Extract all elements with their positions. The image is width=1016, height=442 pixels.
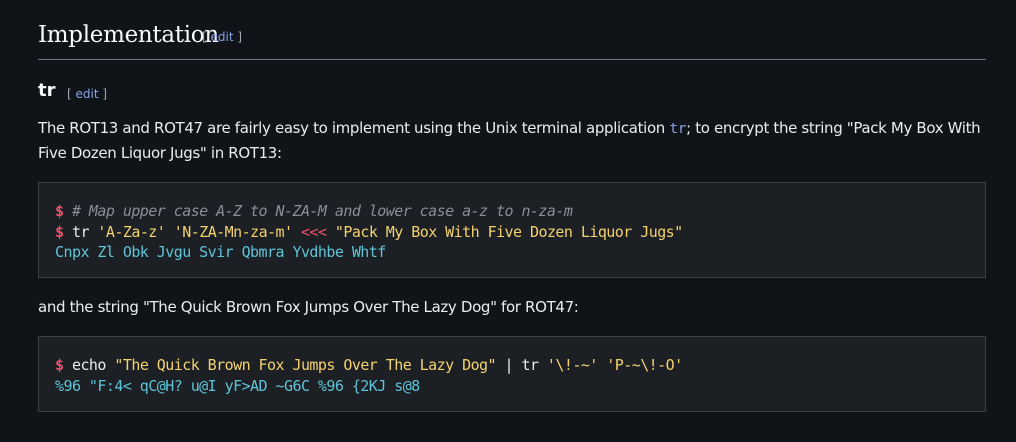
section-heading-implementation: Implementation [ edit ]	[38, 20, 986, 60]
paragraph-rot47-intro: and the string "The Quick Brown Fox Jump…	[38, 298, 579, 316]
section-edit-button[interactable]: edit	[211, 30, 234, 44]
code-output-line: %96 "F:4< qC@H? u@I yF>AD ~G6C %96 {2KJ …	[55, 376, 420, 395]
code-line: $ tr 'A-Za-z' 'N-ZA-Mn-za-m' <<< "Pack M…	[55, 222, 683, 241]
code-line: $ echo "The Quick Brown Fox Jumps Over T…	[55, 356, 683, 374]
code-line: $ # Map upper case A-Z to N-ZA-M and low…	[55, 202, 573, 220]
section-title: Implementation	[38, 22, 219, 48]
code-block-rot47: $ echo "The Quick Brown Fox Jumps Over T…	[38, 336, 986, 412]
article-content: Implementation [ edit ] tr [ edit ] The …	[0, 0, 1016, 442]
subsection-edit-link: [ edit ]	[67, 87, 108, 101]
inline-code-tr[interactable]: tr	[669, 121, 686, 137]
paragraph-rot13-intro: The ROT13 and ROT47 are fairly easy to i…	[38, 119, 981, 162]
subsection-heading-tr: tr [ edit ]	[38, 80, 986, 106]
code-output-line: Cnpx Zl Obk Jvgu Svir Qbmra Yvdhbe Whtf	[55, 243, 386, 261]
section-edit-link: [ edit ]	[202, 30, 243, 44]
subsection-title: tr	[38, 80, 56, 101]
code-block-rot13: $ # Map upper case A-Z to N-ZA-M and low…	[38, 182, 986, 278]
subsection-edit-button[interactable]: edit	[76, 87, 99, 101]
